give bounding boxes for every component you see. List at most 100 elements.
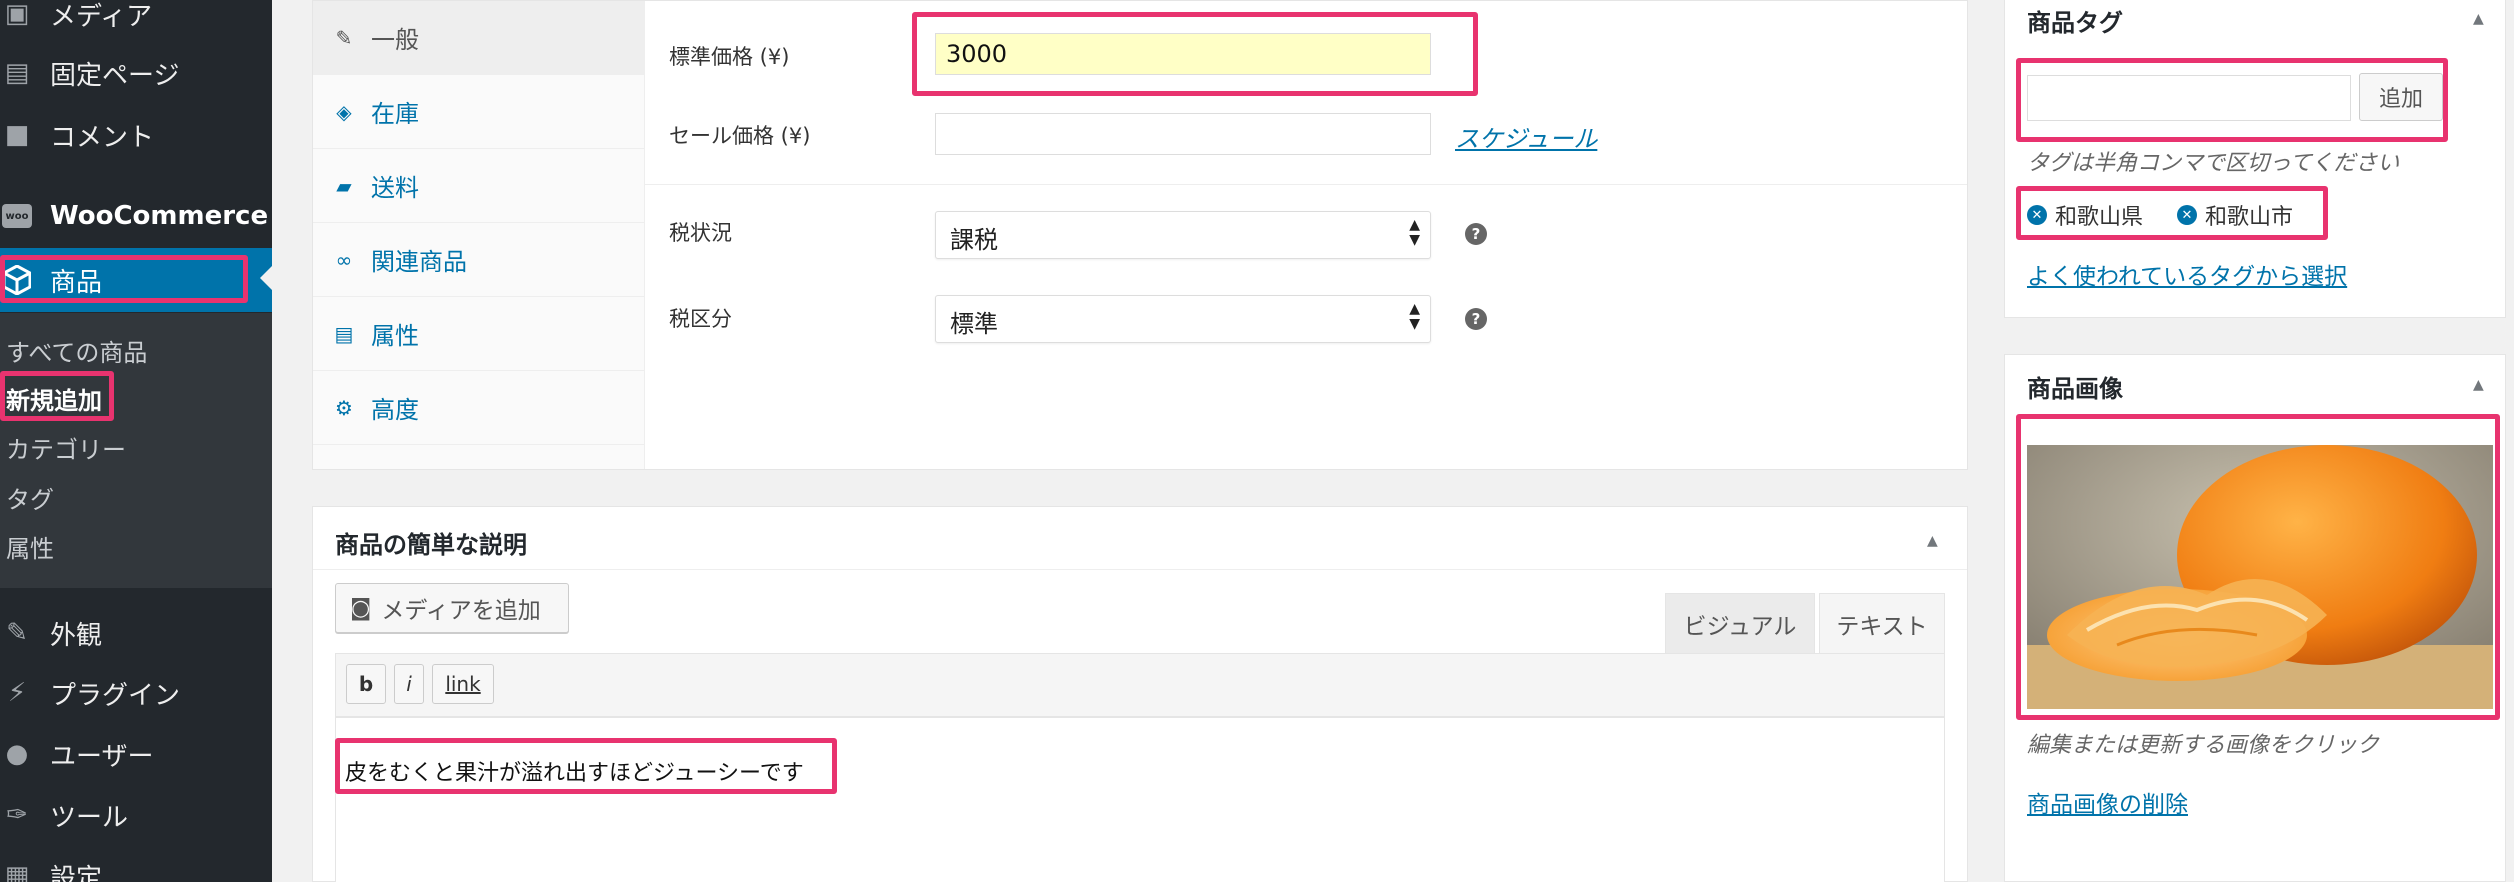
menu-label: プラグイン (50, 680, 181, 711)
submenu-add-new[interactable]: 新規追加 (6, 381, 102, 416)
collapse-toggle-icon[interactable]: ▲ (1927, 533, 1938, 549)
menu-label: 設定 (50, 863, 103, 882)
menu-label: コメント (50, 122, 155, 153)
tag-label: 和歌山県 (2055, 205, 2144, 230)
tab-inventory[interactable]: ◈ 在庫 (313, 75, 644, 149)
short-description-title: 商品の簡単な説明 (335, 531, 527, 559)
menu-item-pages[interactable]: ▤ 固定ページ (0, 43, 272, 103)
tab-shipping[interactable]: ▰ 送料 (313, 149, 644, 223)
add-media-label: メディアを追加 (381, 598, 541, 624)
collapse-toggle-icon[interactable]: ▲ (2473, 11, 2484, 27)
short-description-box: 商品の簡単な説明 ▲ ◙ メディアを追加 ビジュアル テキスト b i link… (312, 506, 1968, 882)
menu-label: ツール (50, 802, 129, 833)
product-image[interactable] (2027, 445, 2493, 709)
general-panel: 標準価格 (¥) セール価格 (¥) スケジュール 税状況 課税 ▲▼ ? 税区… (645, 1, 1967, 469)
regular-price-input[interactable] (935, 33, 1431, 75)
tab-attributes[interactable]: ▤ 属性 (313, 297, 644, 371)
editor-toolbar: b i link (335, 653, 1945, 717)
tab-label: 高度 (371, 396, 419, 424)
tax-class-select[interactable]: 標準 ▲ ▼ (935, 295, 1431, 343)
tag-chip: ✕ 和歌山県 (2027, 199, 2143, 231)
gear-icon: ⚙ (335, 395, 353, 420)
tax-class-value: 標準 (950, 310, 998, 338)
user-icon: ● (5, 739, 29, 769)
tab-general[interactable]: ✎ 一般 (313, 1, 644, 75)
menu-item-woocommerce[interactable]: woo WooCommerce (0, 186, 272, 246)
collapse-toggle-icon[interactable]: ▲ (2473, 377, 2484, 393)
tag-input[interactable] (2027, 75, 2351, 121)
menu-label: メディア (50, 1, 153, 32)
tab-label: 属性 (371, 322, 419, 350)
menu-item-products[interactable]: 商品 (0, 248, 272, 312)
woo-icon-wrap: woo (2, 201, 32, 231)
tab-label: 関連商品 (371, 248, 467, 276)
menu-item-appearance[interactable]: ✎ 外観 (0, 603, 272, 663)
regular-price-label: 標準価格 (¥) (669, 45, 790, 69)
image-hint: 編集または更新する画像をクリック (2027, 733, 2380, 758)
tax-class-label: 税区分 (669, 307, 732, 331)
submenu-tags[interactable]: タグ (6, 480, 54, 515)
link-icon: ∞ (335, 247, 353, 272)
menu-item-plugins[interactable]: ⚡ プラグイン (0, 663, 272, 723)
tab-linked-products[interactable]: ∞ 関連商品 (313, 223, 644, 297)
remove-image-link[interactable]: 商品画像の削除 (2027, 785, 2188, 819)
tab-label: 一般 (371, 26, 419, 54)
menu-label: 外観 (50, 620, 103, 651)
products-submenu: すべての商品 新規追加 カテゴリー タグ 属性 (0, 313, 272, 588)
tag-label: 和歌山市 (2205, 205, 2294, 230)
tab-label: 在庫 (371, 100, 419, 128)
menu-label: WooCommerce (50, 201, 269, 231)
product-tags-box: 商品タグ ▲ 追加 タグは半角コンマで区切ってください ✕ 和歌山県 ✕ 和歌山… (2004, 0, 2506, 318)
tax-status-select[interactable]: 課税 ▲ ▼ (935, 211, 1431, 259)
product-icon (2, 265, 32, 295)
mandarin-orange-photo (2027, 445, 2493, 709)
remove-tag-icon[interactable]: ✕ (2027, 205, 2047, 225)
add-tag-button[interactable]: 追加 (2359, 73, 2443, 121)
woo-icon: woo (2, 204, 32, 228)
submenu-categories[interactable]: カテゴリー (6, 430, 126, 465)
link-button[interactable]: link (432, 664, 494, 704)
tag-icon: ◈ (336, 99, 352, 124)
sale-price-input[interactable] (935, 113, 1431, 155)
short-description-text: 皮をむくと果汁が溢れ出すほどジューシーです (345, 761, 804, 786)
tab-visual[interactable]: ビジュアル (1665, 593, 1815, 653)
tab-text[interactable]: テキスト (1819, 593, 1945, 653)
schedule-link[interactable]: スケジュール (1455, 119, 1597, 154)
menu-item-tools[interactable]: ✑ ツール (0, 785, 272, 845)
tab-advanced[interactable]: ⚙ 高度 (313, 371, 644, 445)
settings-icon: ▦ (4, 861, 30, 882)
italic-button[interactable]: i (394, 664, 424, 704)
menu-item-comments[interactable]: ■ コメント (0, 105, 272, 165)
tool-icon: ✑ (6, 800, 28, 830)
submenu-all-products[interactable]: すべての商品 (6, 333, 147, 368)
select-arrows-icon: ▲ ▼ (1409, 217, 1420, 248)
admin-sidebar: ▣ メディア ▤ 固定ページ ■ コメント woo WooCommerce 商品… (0, 0, 272, 882)
tax-status-label: 税状況 (669, 221, 732, 245)
menu-label: 固定ページ (50, 60, 180, 91)
divider (645, 184, 1967, 185)
tag-hint: タグは半角コンマで区切ってください (2027, 151, 2400, 176)
submenu-attributes[interactable]: 属性 (6, 529, 54, 564)
popular-tags-link[interactable]: よく使われているタグから選択 (2027, 257, 2347, 291)
sale-price-label: セール価格 (¥) (669, 124, 811, 148)
bold-button[interactable]: b (346, 664, 386, 704)
menu-item-media[interactable]: ▣ メディア (0, 0, 272, 44)
camera-music-icon: ◙ (350, 595, 372, 621)
product-image-box: 商品画像 ▲ 編集または更新する画像をクリック 商品画像の削除 (2004, 354, 2506, 882)
product-tags-title: 商品タグ (2027, 9, 2123, 37)
menu-item-users[interactable]: ● ユーザー (0, 724, 272, 784)
product-image-title: 商品画像 (2027, 375, 2123, 403)
help-icon[interactable]: ? (1465, 308, 1487, 330)
remove-tag-icon[interactable]: ✕ (2177, 205, 2197, 225)
wrench-icon: ✎ (335, 25, 353, 50)
plugin-icon: ⚡ (7, 678, 27, 708)
short-description-textarea[interactable] (335, 717, 1945, 882)
truck-icon: ▰ (336, 173, 352, 198)
media-icon: ▣ (4, 0, 30, 29)
menu-item-settings[interactable]: ▦ 設定 (0, 846, 272, 882)
tax-status-value: 課税 (950, 226, 998, 254)
product-data-box: ✎ 一般 ◈ 在庫 ▰ 送料 ∞ 関連商品 ▤ 属性 ⚙ 高度 標準価格 (¥)… (312, 0, 1968, 470)
help-icon[interactable]: ? (1465, 223, 1487, 245)
page-icon: ▤ (4, 58, 30, 88)
add-media-button[interactable]: ◙ メディアを追加 (335, 583, 569, 633)
